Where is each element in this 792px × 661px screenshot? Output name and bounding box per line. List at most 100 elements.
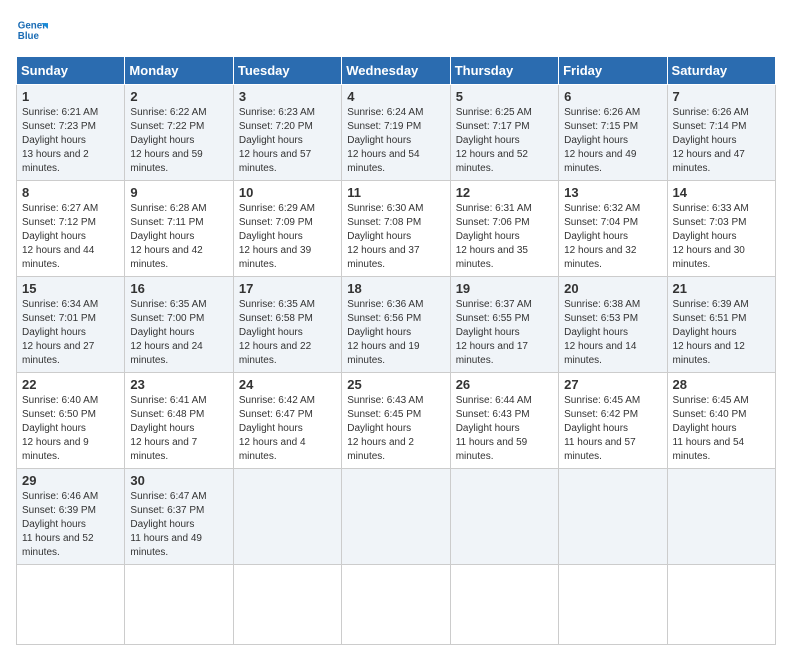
calendar-row <box>17 565 776 645</box>
day-number: 26 <box>456 377 553 392</box>
calendar-cell <box>342 469 450 565</box>
calendar-cell: 26 Sunrise: 6:44 AM Sunset: 6:43 PM Dayl… <box>450 373 558 469</box>
day-number: 18 <box>347 281 444 296</box>
day-number: 9 <box>130 185 227 200</box>
day-info: Sunrise: 6:25 AM Sunset: 7:17 PM Dayligh… <box>456 106 553 176</box>
day-number: 14 <box>673 185 770 200</box>
day-number: 23 <box>130 377 227 392</box>
day-info: Sunrise: 6:23 AM Sunset: 7:20 PM Dayligh… <box>239 106 336 176</box>
calendar-cell: 25 Sunrise: 6:43 AM Sunset: 6:45 PM Dayl… <box>342 373 450 469</box>
header-day-saturday: Saturday <box>667 57 775 85</box>
day-number: 4 <box>347 89 444 104</box>
calendar-body: 1 Sunrise: 6:21 AM Sunset: 7:23 PM Dayli… <box>17 85 776 645</box>
calendar-row: 15 Sunrise: 6:34 AM Sunset: 7:01 PM Dayl… <box>17 277 776 373</box>
svg-text:Blue: Blue <box>18 31 40 42</box>
header-day-monday: Monday <box>125 57 233 85</box>
day-number: 13 <box>564 185 661 200</box>
calendar-cell: 3 Sunrise: 6:23 AM Sunset: 7:20 PM Dayli… <box>233 85 341 181</box>
day-number: 7 <box>673 89 770 104</box>
day-number: 28 <box>673 377 770 392</box>
calendar-cell: 13 Sunrise: 6:32 AM Sunset: 7:04 PM Dayl… <box>559 181 667 277</box>
calendar-cell: 21 Sunrise: 6:39 AM Sunset: 6:51 PM Dayl… <box>667 277 775 373</box>
day-number: 27 <box>564 377 661 392</box>
day-info: Sunrise: 6:45 AM Sunset: 6:40 PM Dayligh… <box>673 394 770 464</box>
calendar-row: 22 Sunrise: 6:40 AM Sunset: 6:50 PM Dayl… <box>17 373 776 469</box>
day-info: Sunrise: 6:40 AM Sunset: 6:50 PM Dayligh… <box>22 394 119 464</box>
day-number: 20 <box>564 281 661 296</box>
calendar-cell: 23 Sunrise: 6:41 AM Sunset: 6:48 PM Dayl… <box>125 373 233 469</box>
day-info: Sunrise: 6:41 AM Sunset: 6:48 PM Dayligh… <box>130 394 227 464</box>
day-number: 12 <box>456 185 553 200</box>
day-info: Sunrise: 6:36 AM Sunset: 6:56 PM Dayligh… <box>347 298 444 368</box>
day-number: 22 <box>22 377 119 392</box>
calendar-cell <box>559 565 667 645</box>
calendar-cell <box>17 565 125 645</box>
calendar-row: 29 Sunrise: 6:46 AM Sunset: 6:39 PM Dayl… <box>17 469 776 565</box>
calendar-header: SundayMondayTuesdayWednesdayThursdayFrid… <box>17 57 776 85</box>
calendar-cell <box>125 565 233 645</box>
calendar-cell: 5 Sunrise: 6:25 AM Sunset: 7:17 PM Dayli… <box>450 85 558 181</box>
calendar-cell: 20 Sunrise: 6:38 AM Sunset: 6:53 PM Dayl… <box>559 277 667 373</box>
page-header: General Blue <box>16 16 776 48</box>
day-number: 19 <box>456 281 553 296</box>
calendar-cell: 7 Sunrise: 6:26 AM Sunset: 7:14 PM Dayli… <box>667 85 775 181</box>
day-info: Sunrise: 6:39 AM Sunset: 6:51 PM Dayligh… <box>673 298 770 368</box>
day-number: 17 <box>239 281 336 296</box>
day-info: Sunrise: 6:24 AM Sunset: 7:19 PM Dayligh… <box>347 106 444 176</box>
day-number: 16 <box>130 281 227 296</box>
calendar-cell: 6 Sunrise: 6:26 AM Sunset: 7:15 PM Dayli… <box>559 85 667 181</box>
day-info: Sunrise: 6:26 AM Sunset: 7:14 PM Dayligh… <box>673 106 770 176</box>
day-info: Sunrise: 6:34 AM Sunset: 7:01 PM Dayligh… <box>22 298 119 368</box>
header-day-tuesday: Tuesday <box>233 57 341 85</box>
calendar-cell: 14 Sunrise: 6:33 AM Sunset: 7:03 PM Dayl… <box>667 181 775 277</box>
day-info: Sunrise: 6:33 AM Sunset: 7:03 PM Dayligh… <box>673 202 770 272</box>
calendar-cell: 8 Sunrise: 6:27 AM Sunset: 7:12 PM Dayli… <box>17 181 125 277</box>
calendar-cell: 10 Sunrise: 6:29 AM Sunset: 7:09 PM Dayl… <box>233 181 341 277</box>
day-info: Sunrise: 6:30 AM Sunset: 7:08 PM Dayligh… <box>347 202 444 272</box>
calendar-cell: 19 Sunrise: 6:37 AM Sunset: 6:55 PM Dayl… <box>450 277 558 373</box>
day-number: 25 <box>347 377 444 392</box>
day-info: Sunrise: 6:27 AM Sunset: 7:12 PM Dayligh… <box>22 202 119 272</box>
day-info: Sunrise: 6:22 AM Sunset: 7:22 PM Dayligh… <box>130 106 227 176</box>
calendar-cell: 2 Sunrise: 6:22 AM Sunset: 7:22 PM Dayli… <box>125 85 233 181</box>
day-number: 6 <box>564 89 661 104</box>
calendar-cell <box>450 469 558 565</box>
calendar-cell: 29 Sunrise: 6:46 AM Sunset: 6:39 PM Dayl… <box>17 469 125 565</box>
calendar-cell: 27 Sunrise: 6:45 AM Sunset: 6:42 PM Dayl… <box>559 373 667 469</box>
header-day-thursday: Thursday <box>450 57 558 85</box>
logo-icon: General Blue <box>16 16 48 48</box>
day-number: 2 <box>130 89 227 104</box>
calendar-cell <box>559 469 667 565</box>
calendar-cell: 16 Sunrise: 6:35 AM Sunset: 7:00 PM Dayl… <box>125 277 233 373</box>
day-number: 3 <box>239 89 336 104</box>
calendar-cell <box>667 565 775 645</box>
calendar-row: 8 Sunrise: 6:27 AM Sunset: 7:12 PM Dayli… <box>17 181 776 277</box>
calendar-cell: 22 Sunrise: 6:40 AM Sunset: 6:50 PM Dayl… <box>17 373 125 469</box>
day-number: 8 <box>22 185 119 200</box>
calendar-cell: 9 Sunrise: 6:28 AM Sunset: 7:11 PM Dayli… <box>125 181 233 277</box>
day-info: Sunrise: 6:43 AM Sunset: 6:45 PM Dayligh… <box>347 394 444 464</box>
calendar-cell: 24 Sunrise: 6:42 AM Sunset: 6:47 PM Dayl… <box>233 373 341 469</box>
day-info: Sunrise: 6:42 AM Sunset: 6:47 PM Dayligh… <box>239 394 336 464</box>
calendar-cell: 4 Sunrise: 6:24 AM Sunset: 7:19 PM Dayli… <box>342 85 450 181</box>
day-info: Sunrise: 6:44 AM Sunset: 6:43 PM Dayligh… <box>456 394 553 464</box>
day-info: Sunrise: 6:29 AM Sunset: 7:09 PM Dayligh… <box>239 202 336 272</box>
calendar-cell: 15 Sunrise: 6:34 AM Sunset: 7:01 PM Dayl… <box>17 277 125 373</box>
day-number: 21 <box>673 281 770 296</box>
calendar-table: SundayMondayTuesdayWednesdayThursdayFrid… <box>16 56 776 645</box>
calendar-cell: 17 Sunrise: 6:35 AM Sunset: 6:58 PM Dayl… <box>233 277 341 373</box>
day-info: Sunrise: 6:35 AM Sunset: 6:58 PM Dayligh… <box>239 298 336 368</box>
day-info: Sunrise: 6:47 AM Sunset: 6:37 PM Dayligh… <box>130 490 227 560</box>
header-day-sunday: Sunday <box>17 57 125 85</box>
day-number: 10 <box>239 185 336 200</box>
calendar-cell: 11 Sunrise: 6:30 AM Sunset: 7:08 PM Dayl… <box>342 181 450 277</box>
calendar-cell: 28 Sunrise: 6:45 AM Sunset: 6:40 PM Dayl… <box>667 373 775 469</box>
header-row: SundayMondayTuesdayWednesdayThursdayFrid… <box>17 57 776 85</box>
day-number: 5 <box>456 89 553 104</box>
day-info: Sunrise: 6:38 AM Sunset: 6:53 PM Dayligh… <box>564 298 661 368</box>
day-number: 30 <box>130 473 227 488</box>
header-day-wednesday: Wednesday <box>342 57 450 85</box>
day-info: Sunrise: 6:28 AM Sunset: 7:11 PM Dayligh… <box>130 202 227 272</box>
calendar-cell <box>233 565 341 645</box>
calendar-cell: 12 Sunrise: 6:31 AM Sunset: 7:06 PM Dayl… <box>450 181 558 277</box>
